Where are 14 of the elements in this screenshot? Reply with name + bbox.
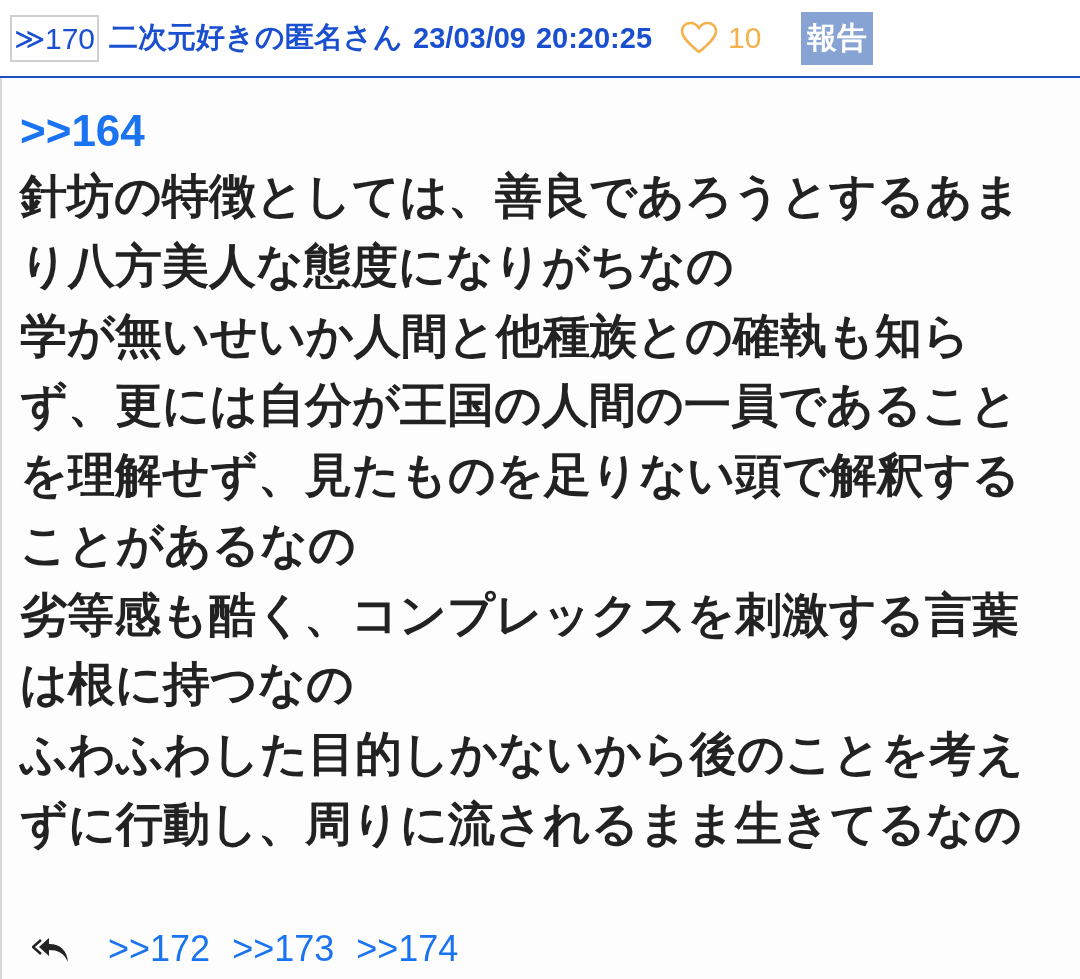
post-paragraph: 学が無いせいか人間と他種族との確執も知らず、更には自分が王国の人間の一員であることを理解せず、見たものを足りない頭で解釈することがあるなの (20, 307, 1021, 574)
post-time: 20:20:25 (535, 21, 653, 55)
reply-link[interactable]: >>172 (108, 928, 211, 970)
like-count: 10 (728, 21, 762, 55)
post-paragraph: 針坊の特徴としては、善良であろうとするあまり八方美人な態度になりがちなの (20, 168, 1022, 295)
author-name: 二次元好きの匿名さん (109, 19, 404, 56)
post-paragraph: ふわふわした目的しかないから後のことを考えずに行動し、周りに流されるまま生きてるなの (20, 726, 1025, 853)
reply-link[interactable]: >>174 (356, 928, 459, 970)
post-date: 23/03/09 (413, 21, 526, 55)
post-number-link[interactable]: ≫170 (10, 14, 100, 62)
anchor-link[interactable]: >>164 (20, 106, 145, 156)
reply-link[interactable]: >>173 (232, 928, 335, 970)
report-button[interactable]: 報告 (801, 11, 874, 65)
post-paragraph: 劣等感も酷く、コンプレックスを刺激する言葉は根に持つなの (20, 586, 1020, 714)
